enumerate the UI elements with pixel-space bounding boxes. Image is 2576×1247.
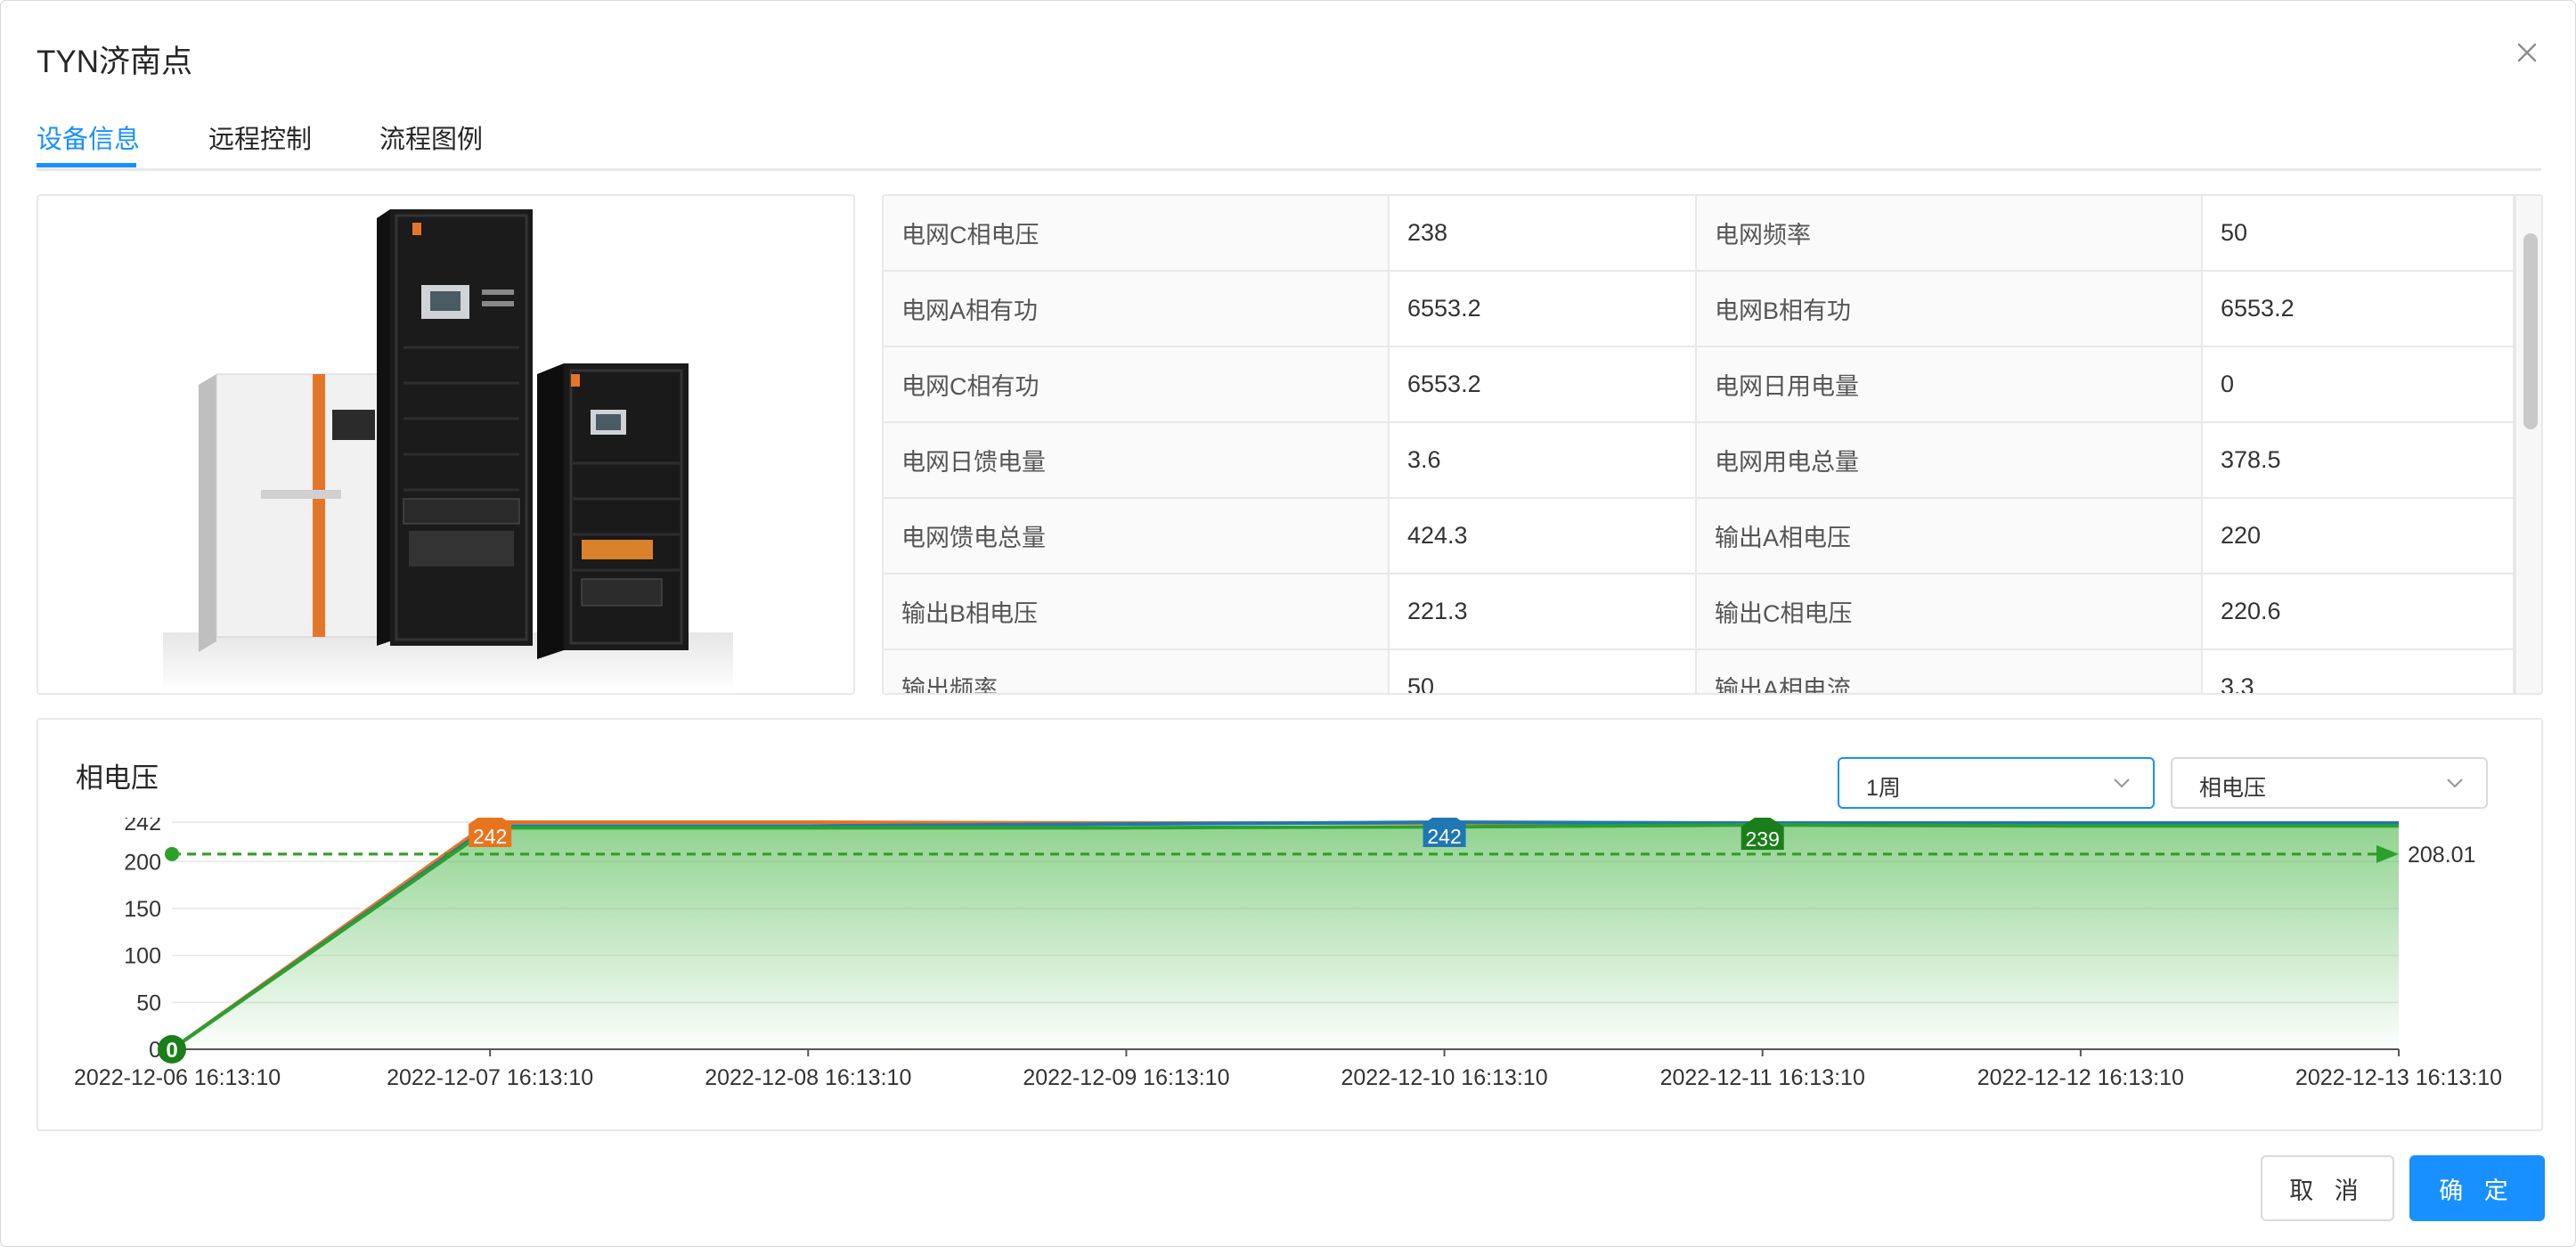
y-tick-label: 200	[124, 850, 161, 875]
y-tick-label: 150	[124, 897, 161, 922]
cancel-button[interactable]: 取 消	[2261, 1155, 2394, 1221]
tab-flow-legend[interactable]: 流程图例	[379, 118, 483, 156]
confirm-button[interactable]: 确 定	[2409, 1155, 2545, 1221]
cell-label-right: 输出A相电流	[1696, 649, 2203, 693]
cell-value-left: 3.6	[1389, 422, 1697, 499]
table-row: 电网A相有功 6553.2 电网B相有功 6553.2	[884, 271, 2515, 347]
x-tick-label: 2022-12-06 16:13:10	[74, 1065, 281, 1090]
cell-value-left: 6553.2	[1389, 271, 1697, 347]
y-tick-label: 100	[124, 944, 161, 969]
table-scrollbar[interactable]	[2515, 196, 2541, 693]
active-tab-indicator	[37, 163, 136, 167]
cell-label-right: 输出C相电压	[1696, 574, 2203, 650]
tab-bar: 设备信息 远程控制 流程图例	[37, 108, 2541, 171]
chevron-down-icon	[2447, 778, 2463, 788]
time-range-value: 1周	[1866, 776, 1901, 801]
cell-label-left: 电网C相有功	[884, 346, 1390, 423]
cell-label-right: 输出A相电压	[1696, 498, 2203, 575]
cell-value-right: 6553.2	[2202, 271, 2515, 347]
max-marker-label: 242	[473, 825, 507, 848]
cell-label-right: 电网日用电量	[1696, 346, 2203, 423]
series-area	[172, 825, 2399, 1049]
cell-label-right: 电网频率	[1696, 196, 2203, 272]
cell-value-right: 220	[2202, 498, 2515, 575]
y-tick-label: 242	[124, 818, 161, 835]
table-row: 电网日馈电量 3.6 电网用电总量 378.5	[884, 422, 2515, 499]
metric-select[interactable]: 相电压	[2171, 757, 2488, 809]
cell-label-left: 电网日馈电量	[884, 422, 1390, 499]
cell-value-left: 50	[1389, 649, 1697, 693]
cell-value-left: 6553.2	[1389, 346, 1697, 423]
device-info-table: 电网C相电压 238 电网频率 50 电网A相有功 6553.2 电网B相有功 6553.2 电…	[882, 194, 2543, 695]
x-tick-label: 2022-12-07 16:13:10	[387, 1065, 593, 1090]
tab-remote-control[interactable]: 远程控制	[208, 118, 312, 156]
tab-device-info[interactable]: 设备信息	[37, 118, 140, 156]
cell-label-left: 电网C相电压	[884, 196, 1390, 272]
scrollbar-thumb[interactable]	[2523, 233, 2538, 429]
chart-card: 相电压 1周 相电压 0 50 100 150 200 242 2022-12-06 16:…	[37, 718, 2543, 1131]
cell-value-right: 50	[2202, 196, 2515, 272]
table-row: 电网C相电压 238 电网频率 50	[884, 196, 2515, 272]
cell-value-left: 221.3	[1389, 574, 1697, 650]
table-row: 电网C相有功 6553.2 电网日用电量 0	[884, 346, 2515, 423]
cell-label-left: 输出B相电压	[884, 574, 1390, 650]
device-image-card	[37, 194, 855, 695]
max-marker-label: 239	[1746, 827, 1780, 851]
cell-label-left: 电网馈电总量	[884, 498, 1390, 575]
x-tick-label: 2022-12-12 16:13:10	[1977, 1065, 2184, 1090]
device-product-image	[163, 209, 733, 693]
table-row: 输出频率 50 输出A相电流 3.3	[884, 649, 2515, 693]
cell-value-left: 424.3	[1389, 498, 1697, 575]
cell-label-left: 输出频率	[884, 649, 1390, 693]
device-dialog: TYN济南点 设备信息 远程控制 流程图例 电网C相电压 238 电网频率 50…	[0, 0, 2576, 1247]
x-tick-label: 2022-12-09 16:13:10	[1023, 1065, 1229, 1090]
max-marker-label: 242	[1427, 825, 1461, 848]
chart-title: 相电压	[76, 762, 159, 794]
min-marker-label: 0	[166, 1039, 177, 1063]
cell-value-left: 238	[1389, 196, 1697, 272]
table-row: 输出B相电压 221.3 输出C相电压 220.6	[884, 574, 2515, 650]
x-tick-label: 2022-12-08 16:13:10	[705, 1065, 911, 1090]
time-range-select[interactable]: 1周	[1838, 757, 2155, 809]
close-icon[interactable]	[2509, 35, 2545, 70]
cell-label-right: 电网B相有功	[1696, 271, 2203, 347]
x-tick-label: 2022-12-13 16:13:10	[2295, 1065, 2502, 1090]
cell-value-right: 0	[2202, 346, 2515, 423]
avg-line-label: 208.01	[2408, 843, 2475, 868]
x-tick-label: 2022-12-11 16:13:10	[1660, 1065, 1865, 1090]
chevron-down-icon	[2114, 778, 2130, 788]
y-tick-label: 50	[136, 990, 161, 1015]
phase-voltage-chart[interactable]: 050 100 150 200 242 2022-12-06 16:13:10 2022-1…	[38, 818, 2538, 1125]
cell-value-right: 3.3	[2202, 649, 2515, 693]
avg-line-start-dot	[165, 846, 179, 861]
x-tick-label: 2022-12-10 16:13:10	[1341, 1065, 1547, 1090]
cell-value-right: 220.6	[2202, 574, 2515, 650]
metric-value: 相电压	[2199, 776, 2267, 801]
cell-label-right: 电网用电总量	[1696, 422, 2203, 499]
cell-value-right: 378.5	[2202, 422, 2515, 499]
dialog-title: TYN济南点	[37, 45, 193, 79]
table-row: 电网馈电总量 424.3 输出A相电压 220	[884, 498, 2515, 575]
cell-label-left: 电网A相有功	[884, 271, 1390, 347]
